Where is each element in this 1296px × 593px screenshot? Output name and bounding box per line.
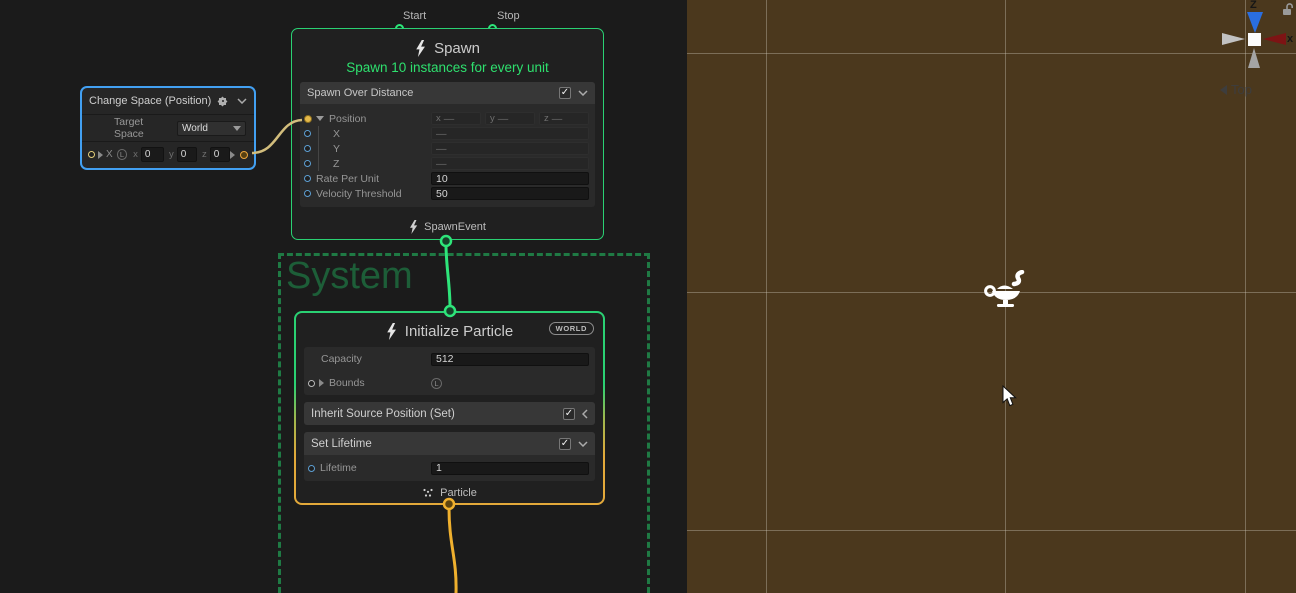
gizmo-down-axis-cone[interactable] xyxy=(1248,48,1260,68)
gizmo-x-label: x xyxy=(1287,33,1293,45)
lifetime-row: Lifetime 1 xyxy=(304,455,595,481)
vfx-graph-window: System Start Stop Spawn Spawn 10 instanc… xyxy=(0,0,1296,593)
z-value-field[interactable]: 0 xyxy=(210,147,230,162)
gizmo-center-cube[interactable] xyxy=(1248,33,1261,46)
position-label: Position xyxy=(329,113,366,125)
chevron-down-icon[interactable] xyxy=(237,98,247,104)
position-y-field[interactable]: y— xyxy=(485,112,535,125)
target-space-dropdown[interactable]: World xyxy=(177,121,246,136)
x-value-field[interactable]: 0 xyxy=(141,147,164,162)
rate-per-unit-row: Rate Per Unit 10 xyxy=(300,171,595,186)
change-space-input-port[interactable] xyxy=(88,151,95,158)
change-space-io-row: X L x 0 y 0 z 0 xyxy=(82,141,254,167)
position-port[interactable] xyxy=(304,115,312,123)
bounds-expander-icon[interactable] xyxy=(319,379,324,387)
x-field[interactable]: — xyxy=(431,127,589,140)
chevron-down-icon[interactable] xyxy=(578,90,588,96)
lifetime-panel: Lifetime 1 xyxy=(304,455,595,481)
change-space-title: Change Space (Position) xyxy=(89,95,218,107)
rate-per-unit-field[interactable]: 10 xyxy=(431,172,589,185)
spawn-node-title: Spawn xyxy=(434,40,480,57)
change-space-header[interactable]: Change Space (Position) xyxy=(82,88,254,114)
triangle-left-icon xyxy=(1220,85,1227,95)
position-x-row: X — xyxy=(300,126,595,141)
spawn-start-label: Start xyxy=(403,10,426,22)
gizmo-z-label: Z xyxy=(1250,0,1257,11)
space-local-icon[interactable]: L xyxy=(431,378,442,389)
set-lifetime-checkbox[interactable]: ✓ xyxy=(559,438,571,450)
change-space-node[interactable]: Change Space (Position) Target Space Wor… xyxy=(80,86,256,170)
scene-gridline xyxy=(687,530,1296,531)
scene-gridline xyxy=(766,0,767,593)
capacity-row: Capacity 512 xyxy=(304,347,595,371)
position-z-field[interactable]: z— xyxy=(539,112,589,125)
vfx-graph-canvas[interactable]: System Start Stop Spawn Spawn 10 instanc… xyxy=(0,0,687,593)
gizmo-x-axis-cone[interactable] xyxy=(1263,33,1286,45)
output-expander-icon[interactable] xyxy=(230,151,235,159)
capacity-field[interactable]: 512 xyxy=(431,353,589,366)
y-value-field[interactable]: 0 xyxy=(177,147,197,162)
position-y-row: Y — xyxy=(300,141,595,156)
system-group-border-left xyxy=(278,253,281,593)
dropdown-caret-icon xyxy=(233,126,241,131)
position-x-field[interactable]: x— xyxy=(431,112,481,125)
init-settings-panel: Capacity 512 Bounds L xyxy=(304,347,595,395)
change-space-output-port[interactable] xyxy=(240,151,248,159)
position-row: Position x— y— z— xyxy=(300,111,595,126)
spawn-over-distance-header[interactable]: Spawn Over Distance ✓ xyxy=(300,82,595,104)
lifetime-port[interactable] xyxy=(308,465,315,472)
gizmo-left-axis-cone[interactable] xyxy=(1222,33,1245,45)
initialize-particle-node[interactable]: Initialize Particle WORLD Capacity 512 B… xyxy=(294,311,605,505)
spawn-context-node[interactable]: Spawn Spawn 10 instances for every unit … xyxy=(291,28,604,240)
rate-per-unit-port[interactable] xyxy=(304,175,311,182)
position-expander-icon[interactable] xyxy=(316,116,324,121)
x-port[interactable] xyxy=(304,130,311,137)
bounds-row: Bounds L xyxy=(304,371,595,395)
wire-particle-output[interactable] xyxy=(449,508,456,593)
chevron-left-icon[interactable] xyxy=(582,409,588,419)
chevron-down-icon[interactable] xyxy=(578,441,588,447)
set-lifetime-block[interactable]: Set Lifetime ✓ xyxy=(304,432,595,455)
y-field[interactable]: — xyxy=(431,142,589,155)
lifetime-field[interactable]: 1 xyxy=(431,462,589,475)
position-z-row: Z — xyxy=(300,156,595,171)
scene-view[interactable]: Z x Top xyxy=(687,0,1296,593)
gizmo-z-axis-cone[interactable] xyxy=(1247,12,1263,33)
lightning-icon xyxy=(409,220,418,234)
particle-output-label: Particle xyxy=(440,487,477,499)
target-space-label: Target Space xyxy=(114,116,171,140)
z-field[interactable]: — xyxy=(431,157,589,170)
inherit-checkbox[interactable]: ✓ xyxy=(563,408,575,420)
lightning-icon xyxy=(386,323,397,340)
velocity-threshold-port[interactable] xyxy=(304,190,311,197)
gizmo-view-label[interactable]: Top xyxy=(1220,82,1252,97)
lightning-icon xyxy=(415,40,426,57)
y-port[interactable] xyxy=(304,145,311,152)
inherit-source-position-block[interactable]: Inherit Source Position (Set) ✓ xyxy=(304,402,595,425)
spawn-stop-label: Stop xyxy=(497,10,520,22)
spawn-event-label: SpawnEvent xyxy=(424,221,486,233)
spawn-over-distance-block: Spawn Over Distance ✓ Position x— y— z— xyxy=(300,82,595,207)
vfx-lamp-gizmo-icon[interactable] xyxy=(983,270,1025,310)
mouse-cursor xyxy=(1002,385,1017,408)
z-port[interactable] xyxy=(304,160,311,167)
bounds-port[interactable] xyxy=(308,380,315,387)
particle-dots-icon xyxy=(422,488,434,498)
x-input-label: X xyxy=(106,149,113,160)
space-local-icon[interactable]: L xyxy=(117,149,127,160)
target-space-row: Target Space World xyxy=(82,115,254,141)
lock-open-icon[interactable] xyxy=(1281,2,1294,16)
scene-gridline xyxy=(687,53,1296,54)
world-space-badge[interactable]: WORLD xyxy=(549,322,594,335)
gear-icon[interactable] xyxy=(218,97,227,106)
expander-icon[interactable] xyxy=(98,151,103,159)
spawn-node-subtitle: Spawn 10 instances for every unit xyxy=(292,60,603,78)
system-group-label: System xyxy=(286,255,413,298)
velocity-threshold-row: Velocity Threshold 50 xyxy=(300,186,595,201)
spawn-over-distance-title: Spawn Over Distance xyxy=(307,87,559,99)
velocity-threshold-field[interactable]: 50 xyxy=(431,187,589,200)
spawn-over-distance-checkbox[interactable]: ✓ xyxy=(559,87,571,99)
system-group-border-right xyxy=(647,253,650,593)
initialize-node-title: Initialize Particle xyxy=(405,323,513,340)
